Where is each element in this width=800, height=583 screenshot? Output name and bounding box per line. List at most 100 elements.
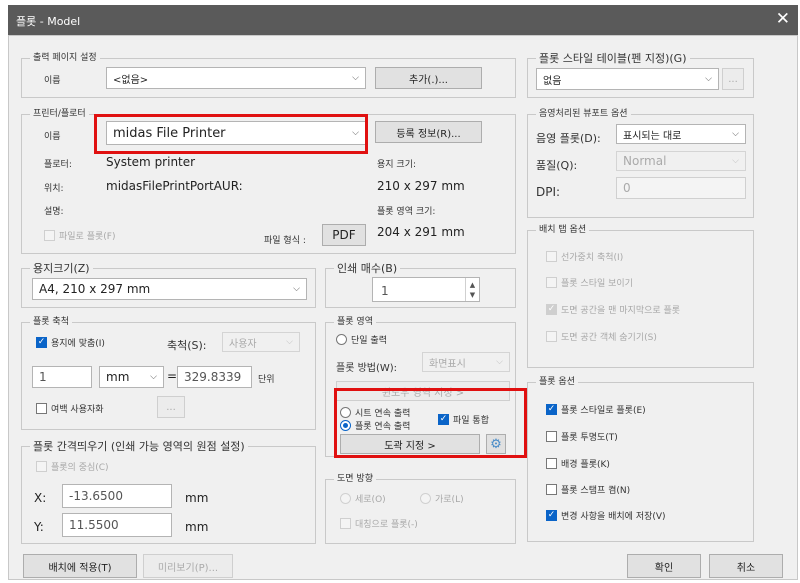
landscape-label: 가로(L) bbox=[435, 495, 464, 505]
paper-size-label: 용지크기(Z) bbox=[30, 262, 93, 275]
hide-paperspace-checkbox[interactable]: 도면 공간 객체 숨기기(S) bbox=[546, 330, 657, 343]
paper-size-combo[interactable]: A4, 210 x 297 mm ⌵ bbox=[32, 278, 307, 300]
x-offset-value: -13.6500 bbox=[69, 489, 123, 503]
checkbox-box bbox=[546, 251, 557, 262]
what-to-plot-combo[interactable]: 화면표시 ⌵ bbox=[422, 352, 510, 372]
pdf-format-button[interactable]: PDF bbox=[322, 224, 366, 246]
what-to-plot-value: 화면표시 bbox=[429, 358, 466, 370]
checkbox-box bbox=[546, 458, 557, 469]
plot-stamp-checkbox[interactable]: 플롯 스탬프 켬(N) bbox=[546, 483, 630, 496]
check-icon: ✓ bbox=[438, 414, 449, 425]
margins-button-label: ... bbox=[166, 401, 176, 413]
portrait-radio[interactable]: 세로(O) bbox=[340, 492, 386, 505]
preview-button-label: 미리보기(P)... bbox=[157, 562, 219, 574]
file-merge-checkbox[interactable]: ✓ 파일 통합 bbox=[438, 413, 489, 426]
chevron-down-icon: ⌵ bbox=[293, 284, 300, 294]
gear-icon[interactable]: ⚙ bbox=[486, 434, 506, 454]
margins-button[interactable]: ... bbox=[157, 396, 185, 418]
plot-continuous-radio[interactable]: 플롯 연속 출력 bbox=[340, 419, 410, 432]
page-setup-name-label: 이름 bbox=[44, 76, 61, 86]
printer-properties-button[interactable]: 등록 정보(R)... bbox=[375, 121, 482, 143]
upside-down-checkbox[interactable]: 대칭으로 플롯(-) bbox=[340, 517, 418, 530]
plot-options-group: 플롯 옵션 ✓ 플롯 스타일로 플롯(E) 플롯 투명도(T) 배경 플롯(K)… bbox=[527, 376, 754, 542]
center-plot-checkbox[interactable]: 플롯의 중심(C) bbox=[36, 460, 109, 473]
plot-with-styles-checkbox[interactable]: ✓ 플롯 스타일로 플롯(E) bbox=[546, 403, 646, 416]
add-page-setup-button[interactable]: 추가(.)... bbox=[375, 67, 482, 89]
pdf-button-label: PDF bbox=[332, 228, 356, 242]
quality-combo[interactable]: Normal ⌵ bbox=[616, 151, 746, 171]
paper-size-info-value: 210 x 297 mm bbox=[377, 179, 465, 193]
paperspace-last-checkbox[interactable]: ✓ 도면 공간을 맨 마지막으로 플롯 bbox=[546, 303, 680, 316]
preview-button[interactable]: 미리보기(P)... bbox=[143, 554, 233, 578]
ok-button-label: 확인 bbox=[654, 562, 674, 574]
lineweight-scale-checkbox[interactable]: 선가중치 축척(I) bbox=[546, 250, 623, 263]
window-select-button[interactable]: 윈도우 영역 지정 > bbox=[336, 381, 510, 401]
denominator-value: 329.8339 bbox=[184, 370, 242, 384]
checkbox-box bbox=[546, 431, 557, 442]
shade-plot-combo[interactable]: 표시되는 대로 ⌵ bbox=[616, 124, 746, 144]
ok-button[interactable]: 확인 bbox=[627, 554, 701, 578]
title-bar: 플롯 - Model ✕ bbox=[8, 5, 798, 35]
checkbox-box bbox=[546, 331, 557, 342]
page-setup-label: 출력 페이지 설정 bbox=[30, 52, 100, 65]
scale-unit-combo[interactable]: mm ⌵ bbox=[99, 366, 164, 388]
paper-size-value: A4, 210 x 297 mm bbox=[39, 282, 151, 296]
spinner-arrows-icon[interactable]: ▲ ▼ bbox=[465, 278, 479, 301]
custom-margins-checkbox[interactable]: 여백 사용자화 bbox=[36, 402, 104, 415]
checkbox-box bbox=[546, 277, 557, 288]
y-offset-input[interactable]: 11.5500 bbox=[62, 513, 172, 537]
landscape-radio[interactable]: 가로(L) bbox=[420, 492, 464, 505]
check-icon: ✓ bbox=[36, 337, 47, 348]
plot-dialog: 출력 페이지 설정 이름 <없음> ⌵ 추가(.)... 프린터/플로터 이름 … bbox=[8, 35, 798, 580]
plot-style-table-combo[interactable]: 없음 ⌵ bbox=[536, 68, 719, 90]
checkbox-box bbox=[546, 484, 557, 495]
plot-style-edit-button[interactable]: ... bbox=[722, 68, 744, 90]
apply-to-layout-button[interactable]: 배치에 적용(T) bbox=[23, 554, 137, 578]
orientation-group: 도면 방향 세로(O) 가로(L) 대칭으로 플롯(-) bbox=[325, 473, 516, 544]
radio-circle bbox=[336, 334, 347, 345]
drawing-frame-select-button[interactable]: 도곽 지정 > bbox=[340, 434, 480, 454]
plot-scale-group: 플롯 축척 ✓ 용지에 맞춤(I) 축척(S): 사용자 ⌵ 1 mm ⌵ = … bbox=[21, 316, 316, 430]
unit-value: mm bbox=[106, 370, 130, 384]
lineweight-scale-label: 선가중치 축척(I) bbox=[561, 253, 624, 263]
scale-denominator-input[interactable]: 329.8339 bbox=[177, 366, 252, 388]
quality-value: Normal bbox=[623, 154, 667, 168]
save-to-layout-checkbox[interactable]: ✓ 변경 사항을 배치에 저장(V) bbox=[546, 509, 666, 522]
printer-combo[interactable]: midas File Printer ⌵ bbox=[106, 121, 366, 145]
plot-to-file-checkbox[interactable]: 파일로 플롯(F) bbox=[44, 229, 115, 242]
sheet-continuous-radio[interactable]: 시트 연속 출력 bbox=[340, 406, 410, 419]
single-plot-radio[interactable]: 단일 출력 bbox=[336, 333, 387, 346]
cancel-button-label: 취소 bbox=[736, 562, 756, 574]
scale-numerator-input[interactable]: 1 bbox=[32, 366, 92, 388]
plotter-label: 플로터: bbox=[44, 160, 72, 170]
x-offset-label: X: bbox=[34, 491, 47, 505]
cancel-button[interactable]: 취소 bbox=[709, 554, 783, 578]
x-offset-input[interactable]: -13.6500 bbox=[62, 484, 172, 508]
printer-group: 프린터/플로터 이름 midas File Printer ⌵ 등록 정보(R)… bbox=[21, 108, 516, 254]
scale-combo[interactable]: 사용자 ⌵ bbox=[222, 332, 300, 352]
shade-plot-label: 음영 플롯(D): bbox=[536, 132, 601, 145]
plot-area-label: 플롯 영역 bbox=[334, 316, 376, 329]
chevron-down-icon: ⌵ bbox=[286, 337, 293, 347]
add-button-label: 추가(.)... bbox=[409, 74, 448, 86]
copies-spinner[interactable]: 1 ▲ ▼ bbox=[372, 277, 480, 302]
shaded-viewport-group: 음영처리된 뷰포트 옵션 음영 플롯(D): 표시되는 대로 ⌵ 품질(Q): … bbox=[527, 108, 754, 218]
fit-to-paper-label: 용지에 맞춤(I) bbox=[51, 339, 105, 349]
dpi-input[interactable]: 0 bbox=[616, 177, 746, 199]
page-setup-combo[interactable]: <없음> ⌵ bbox=[106, 67, 366, 89]
radio-circle bbox=[340, 407, 351, 418]
plot-offset-group: 플롯 간격띄우기 (인쇄 가능 영역의 원점 설정) 플롯의 중심(C) X: … bbox=[21, 440, 316, 544]
equals-sign: = bbox=[167, 369, 178, 383]
chevron-down-icon: ⌵ bbox=[496, 357, 503, 367]
fit-to-paper-checkbox[interactable]: ✓ 용지에 맞춤(I) bbox=[36, 336, 105, 349]
radio-circle bbox=[340, 493, 351, 504]
radio-circle bbox=[420, 493, 431, 504]
show-plot-styles-checkbox[interactable]: 플롯 스타일 보이기 bbox=[546, 276, 633, 289]
close-icon[interactable]: ✕ bbox=[776, 8, 790, 30]
drawing-frame-button-label: 도곽 지정 > bbox=[384, 440, 436, 452]
background-plot-checkbox[interactable]: 배경 플롯(K) bbox=[546, 457, 610, 470]
shaded-viewport-label: 음영처리된 뷰포트 옵션 bbox=[536, 108, 631, 121]
plot-with-styles-label: 플롯 스타일로 플롯(E) bbox=[561, 406, 646, 416]
apply-button-label: 배치에 적용(T) bbox=[48, 562, 112, 574]
plot-transparency-checkbox[interactable]: 플롯 투명도(T) bbox=[546, 430, 618, 443]
